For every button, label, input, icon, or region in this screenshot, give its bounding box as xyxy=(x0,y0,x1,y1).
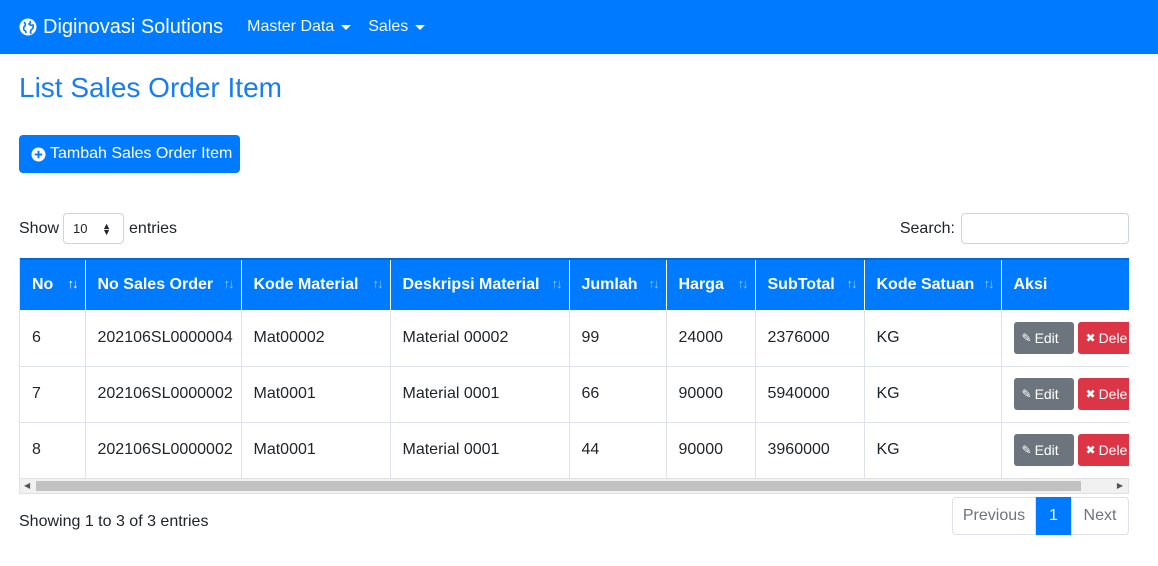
cell-no-sales-order: 202106SL0000002 xyxy=(85,422,242,478)
select-arrows-icon: ▲ ▼ xyxy=(102,221,112,237)
table-row: 7 202106SL0000002 Mat0001 Material 0001 … xyxy=(20,366,1129,423)
search-input[interactable] xyxy=(961,213,1129,244)
column-header-kode-material[interactable]: Kode Material ↑↓ xyxy=(241,258,391,310)
entries-select[interactable]: 10 ▲ ▼ xyxy=(63,213,125,244)
previous-page-button[interactable]: Previous xyxy=(952,497,1036,535)
edit-button[interactable]: ✎ Edit xyxy=(1013,321,1074,354)
cell-aksi: ✎ Edit ✖ Dele xyxy=(1001,422,1129,478)
scroll-left-arrow-icon[interactable]: ◀ xyxy=(24,481,30,490)
plus-circle-icon xyxy=(31,146,46,162)
table-header-row: No ↑↓ No Sales Order ↑↓ Kode Material ↑↓ De… xyxy=(20,258,1129,310)
cell-jumlah: 44 xyxy=(569,422,667,478)
column-header-kode-satuan[interactable]: Kode Satuan ↑↓ xyxy=(864,258,1002,310)
sort-icon: ↑↓ xyxy=(983,276,995,291)
sales-order-item-table: No ↑↓ No Sales Order ↑↓ Kode Material ↑↓ De… xyxy=(20,258,1129,478)
cell-no-sales-order: 202106SL0000004 xyxy=(85,310,242,367)
sort-icon: ↑↓ xyxy=(648,276,660,291)
caret-down-icon xyxy=(415,25,426,30)
close-icon: ✖ xyxy=(1085,387,1096,401)
cell-deskripsi-material: Material 0001 xyxy=(390,366,570,423)
column-header-no[interactable]: No ↑↓ xyxy=(20,258,86,310)
sort-icon: ↑↓ xyxy=(737,276,749,291)
caret-down-icon xyxy=(341,25,352,30)
search-control: Search: xyxy=(900,213,1129,244)
column-header-deskripsi-material[interactable]: Deskripsi Material ↑↓ xyxy=(390,258,570,310)
nav-master-data-label: Master Data xyxy=(247,18,335,35)
cell-kode-material: Mat00002 xyxy=(241,310,391,367)
edit-icon: ✎ xyxy=(1021,443,1032,457)
edit-icon: ✎ xyxy=(1021,330,1032,345)
sort-icon: ↑↓ xyxy=(372,276,384,291)
delete-button[interactable]: ✖ Dele xyxy=(1077,434,1129,466)
edit-button[interactable]: ✎ Edit xyxy=(1013,378,1074,410)
length-control: Show 10 ▲ ▼ entries xyxy=(19,213,177,244)
page-title: List Sales Order Item xyxy=(19,72,282,103)
show-label: Show xyxy=(19,219,60,237)
column-header-aksi: Aksi xyxy=(1001,258,1129,310)
scroll-right-arrow-icon[interactable]: ▶ xyxy=(1117,481,1123,490)
search-label: Search: xyxy=(899,219,955,237)
table-info: Showing 1 to 3 of 3 entries xyxy=(19,513,209,530)
add-button-label: Tambah Sales Order Item xyxy=(50,145,233,162)
sort-icon: ↑↓ xyxy=(846,276,858,291)
cell-deskripsi-material: Material 0001 xyxy=(390,422,570,478)
edit-icon: ✎ xyxy=(1021,387,1032,401)
cell-no-sales-order: 202106SL0000002 xyxy=(85,366,242,423)
cell-jumlah: 66 xyxy=(569,366,667,423)
column-header-harga[interactable]: Harga ↑↓ xyxy=(666,258,756,310)
brand-name: Diginovasi Solutions xyxy=(43,15,224,38)
sort-icon: ↑↓ xyxy=(551,276,563,291)
close-icon: ✖ xyxy=(1085,443,1096,457)
column-header-jumlah[interactable]: Jumlah ↑↓ xyxy=(569,258,667,310)
entries-label: entries xyxy=(129,219,178,237)
cell-aksi: ✎ Edit ✖ Dele xyxy=(1001,310,1129,367)
table-container: No ↑↓ No Sales Order ↑↓ Kode Material ↑↓ De… xyxy=(19,258,1129,478)
cell-kode-satuan: KG xyxy=(864,422,1002,478)
cell-deskripsi-material: Material 00002 xyxy=(390,310,570,367)
nav-sales[interactable]: Sales xyxy=(368,18,426,36)
cell-no: 7 xyxy=(20,366,86,423)
delete-button[interactable]: ✖ Dele xyxy=(1077,378,1129,410)
brand-link[interactable]: Diginovasi Solutions xyxy=(19,16,223,39)
cell-subtotal: 3960000 xyxy=(755,422,865,478)
delete-button[interactable]: ✖ Dele xyxy=(1077,321,1129,354)
cell-subtotal: 5940000 xyxy=(755,366,865,423)
cell-subtotal: 2376000 xyxy=(755,310,865,367)
cell-kode-satuan: KG xyxy=(864,366,1002,423)
nav-master-data[interactable]: Master Data xyxy=(247,18,352,36)
cell-no: 8 xyxy=(20,422,86,478)
cell-kode-satuan: KG xyxy=(864,310,1002,367)
globe-icon xyxy=(19,18,37,36)
cell-harga: 24000 xyxy=(666,310,756,367)
cell-aksi: ✎ Edit ✖ Dele xyxy=(1001,366,1129,423)
next-page-button[interactable]: Next xyxy=(1071,497,1129,535)
top-navbar: Diginovasi Solutions Master Data Sales xyxy=(0,0,1158,54)
sort-icon: ↑↓ xyxy=(223,276,235,291)
pagination: Previous 1 Next xyxy=(952,497,1129,535)
table-row: 8 202106SL0000002 Mat0001 Material 0001 … xyxy=(20,422,1129,478)
column-header-subtotal[interactable]: SubTotal ↑↓ xyxy=(755,258,865,310)
cell-kode-material: Mat0001 xyxy=(241,366,391,423)
scrollbar-thumb[interactable] xyxy=(36,481,1081,491)
nav-sales-label: Sales xyxy=(368,18,409,35)
page-1-button[interactable]: 1 xyxy=(1036,497,1071,535)
cell-jumlah: 99 xyxy=(569,310,667,367)
cell-harga: 90000 xyxy=(666,422,756,478)
horizontal-scrollbar[interactable]: ◀ ▶ xyxy=(19,478,1129,494)
sort-asc-icon: ↑↓ xyxy=(67,276,79,291)
table-row: 6 202106SL0000004 Mat00002 Material 0000… xyxy=(20,310,1129,367)
cell-kode-material: Mat0001 xyxy=(241,422,391,478)
cell-no: 6 xyxy=(20,310,86,367)
edit-button[interactable]: ✎ Edit xyxy=(1013,434,1074,466)
cell-harga: 90000 xyxy=(666,366,756,423)
close-icon: ✖ xyxy=(1085,330,1096,345)
entries-select-value: 10 xyxy=(73,221,88,236)
add-sales-order-item-button[interactable]: Tambah Sales Order Item xyxy=(19,135,240,173)
column-header-no-sales-order[interactable]: No Sales Order ↑↓ xyxy=(85,258,242,310)
